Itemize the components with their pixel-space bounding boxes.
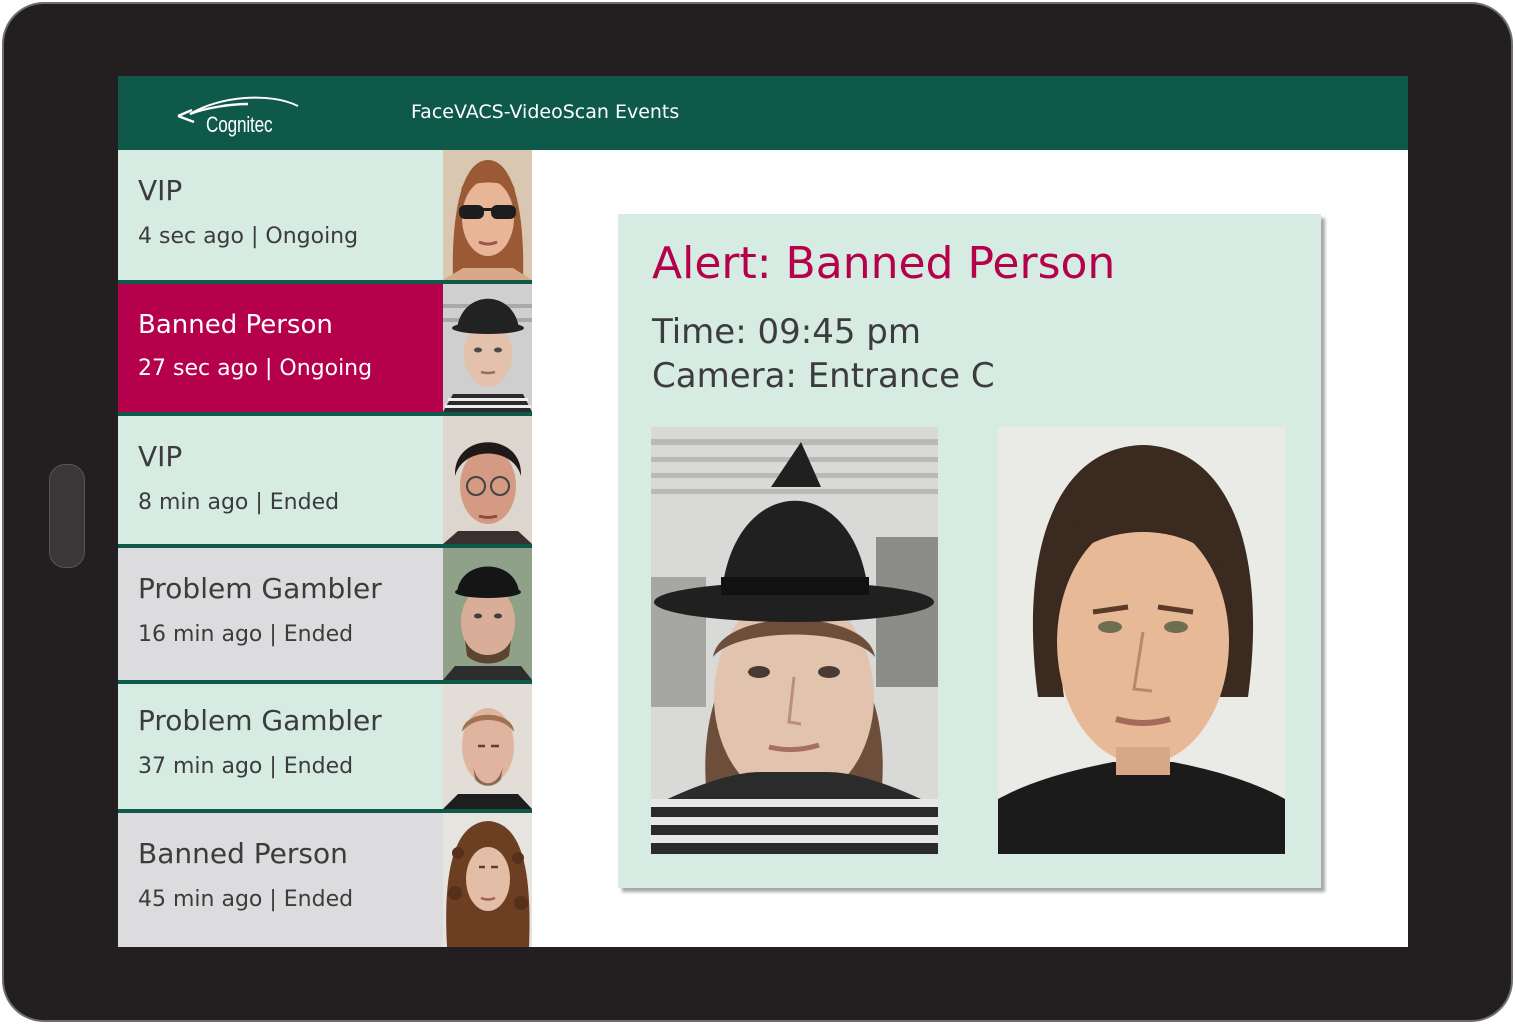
- alert-title: Alert: Banned Person: [652, 238, 1116, 289]
- face-woman-glasses-icon: [443, 416, 532, 544]
- event-type: Banned Person: [138, 837, 348, 870]
- alert-time: Time: 09:45 pm: [652, 312, 921, 352]
- event-time-status: 16 min ago | Ended: [138, 622, 354, 647]
- cognitec-logo: Cognitec: [170, 86, 302, 142]
- live-capture-photo-icon: [651, 427, 938, 854]
- event-time-status: 27 sec ago | Ongoing: [138, 356, 373, 381]
- alert-camera: Camera: Entrance C: [652, 356, 995, 396]
- app-screen: Cognitec FaceVACS-VideoScan Events VIP 4…: [118, 76, 1408, 947]
- event-time-status: 4 sec ago | Ongoing: [138, 224, 359, 249]
- app-header: Cognitec FaceVACS-VideoScan Events: [118, 76, 1408, 150]
- face-man-cap-icon: [443, 548, 532, 680]
- face-man-hat-icon: [443, 284, 532, 412]
- event-item-banned-2[interactable]: Banned Person 45 min ago | Ended: [118, 813, 532, 947]
- logo-text: Cognitec: [206, 112, 273, 137]
- event-list: VIP 4 sec ago | Ongoing Banned Person 27…: [118, 150, 532, 947]
- event-type: Problem Gambler: [138, 572, 382, 605]
- home-button[interactable]: [49, 464, 85, 568]
- app-title: FaceVACS-VideoScan Events: [411, 101, 680, 123]
- event-time-status: 8 min ago | Ended: [138, 490, 340, 515]
- face-man-balding-icon: [443, 684, 532, 809]
- reference-photo-icon: [998, 427, 1285, 854]
- alert-card: Alert: Banned Person Time: 09:45 pm Came…: [618, 214, 1321, 888]
- event-type: Banned Person: [138, 310, 333, 340]
- event-item-banned-1[interactable]: Banned Person 27 sec ago | Ongoing: [118, 284, 532, 412]
- event-type: VIP: [138, 174, 183, 207]
- event-type: Problem Gambler: [138, 704, 382, 737]
- event-item-gambler-2[interactable]: Problem Gambler 37 min ago | Ended: [118, 684, 532, 809]
- event-item-gambler-1[interactable]: Problem Gambler 16 min ago | Ended: [118, 548, 532, 680]
- event-time-status: 37 min ago | Ended: [138, 754, 354, 779]
- event-time-status: 45 min ago | Ended: [138, 887, 354, 912]
- event-item-vip-1[interactable]: VIP 4 sec ago | Ongoing: [118, 150, 532, 280]
- face-woman-sunglasses-icon: [443, 150, 532, 280]
- face-woman-curly-icon: [443, 813, 532, 947]
- event-type: VIP: [138, 440, 183, 473]
